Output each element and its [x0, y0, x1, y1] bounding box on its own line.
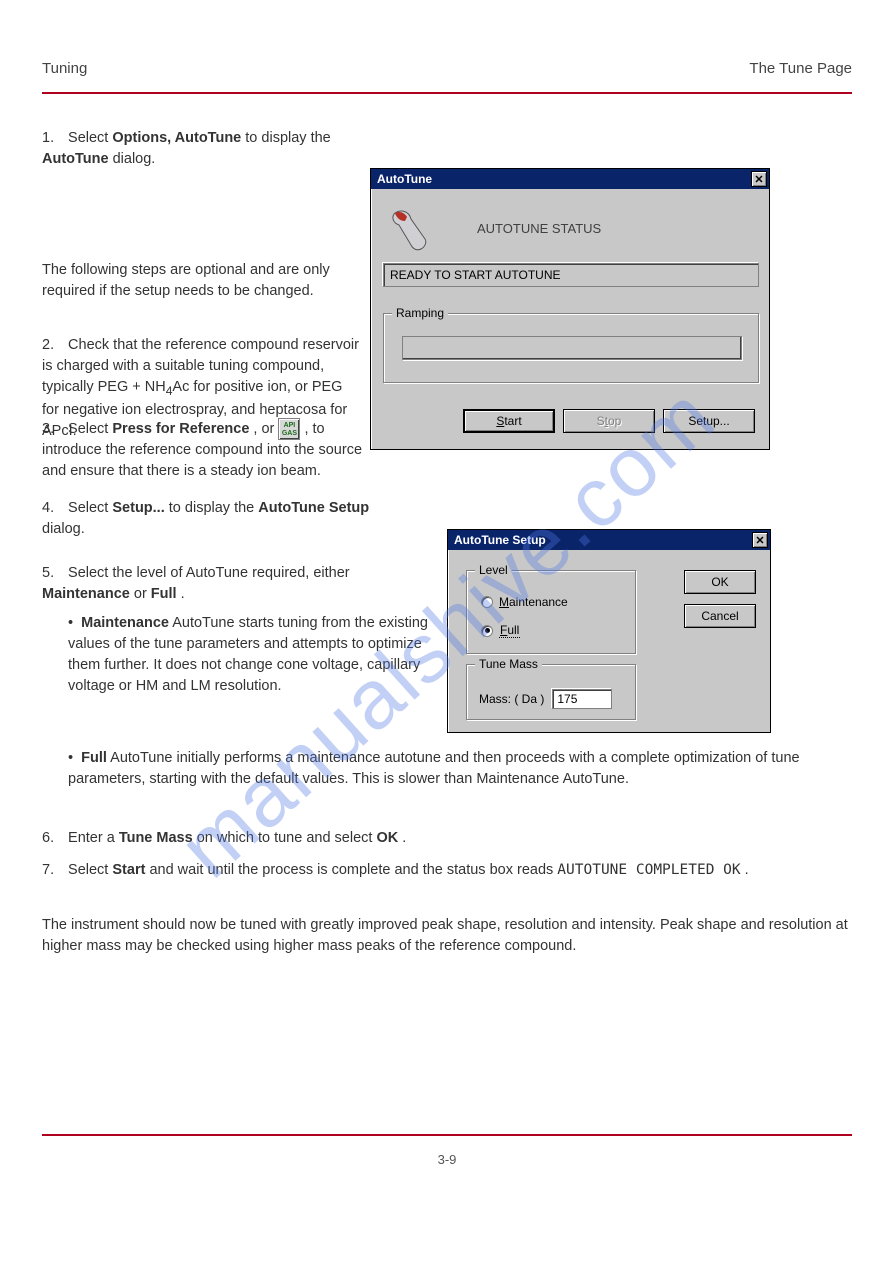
step-4-num: 4. — [42, 498, 64, 519]
step-5-text-a: Select the level of AutoTune required, e… — [68, 565, 350, 581]
step-7-text-b: and wait until the process is complete a… — [149, 862, 557, 878]
close-icon[interactable]: ✕ — [751, 171, 767, 187]
tune-mass-legend: Tune Mass — [475, 657, 542, 671]
step-4-dlg: AutoTune Setup — [258, 500, 369, 516]
final-paragraph: The instrument should now be tuned with … — [42, 915, 852, 957]
autotune-buttons: Start Stop Setup... — [371, 409, 769, 439]
autotune-title: AutoTune — [377, 172, 432, 186]
bullet-2-body: AutoTune initially performs a maintenanc… — [68, 750, 800, 787]
rule-top — [42, 92, 852, 94]
ramping-value — [402, 336, 742, 360]
setup-titlebar: AutoTune Setup ✕ — [448, 530, 770, 550]
step-6-text-a: Enter a — [68, 830, 119, 846]
ok-button[interactable]: OK — [684, 570, 756, 594]
autotune-titlebar: AutoTune ✕ — [371, 169, 769, 189]
bullet-maintenance: • Maintenance AutoTune starts tuning fro… — [68, 613, 428, 697]
step-5: 5. Select the level of AutoTune required… — [42, 563, 402, 605]
ramping-legend: Ramping — [392, 306, 448, 320]
step-5-opt2: Full — [151, 586, 177, 602]
tune-wrench-icon — [389, 209, 429, 251]
autotune-status-text: READY TO START AUTOTUNE — [390, 268, 561, 282]
step-6: 6. Enter a Tune Mass on which to tune an… — [42, 828, 812, 849]
step-3-text-a: Select — [68, 421, 112, 437]
step-4-text-a: Select — [68, 500, 112, 516]
step-3: 3. Select Press for Reference , or APIGA… — [42, 418, 367, 482]
level-group: Level Maintenance Full — [466, 570, 636, 654]
setup-buttons: OK Cancel — [684, 570, 756, 628]
step-7-num: 7. — [42, 860, 64, 881]
step-7-btn: Start — [112, 862, 145, 878]
radio-full[interactable]: Full — [481, 623, 520, 638]
step-7-text-a: Select — [68, 862, 112, 878]
step-3-num: 3. — [42, 419, 64, 440]
ramping-group: Ramping — [383, 313, 759, 383]
step-6-num: 6. — [42, 828, 64, 849]
step-3-text-b: , or — [253, 421, 278, 437]
cancel-button[interactable]: Cancel — [684, 604, 756, 628]
step-6-text-b: on which to tune and select — [197, 830, 377, 846]
step-6-text-c: . — [402, 830, 406, 846]
header-right: The Tune Page — [749, 60, 852, 77]
radio-maintenance-dot — [481, 596, 493, 608]
step-5-mid: or — [134, 586, 151, 602]
step-4-btn: Setup... — [112, 500, 164, 516]
autotune-dialog: AutoTune ✕ AUTOTUNE STATUS READY TO STAR… — [370, 168, 770, 450]
autotune-setup-dialog: AutoTune Setup ✕ Level Maintenance Full … — [447, 529, 771, 733]
step-1-num: 1. — [42, 128, 64, 149]
page-frame: Tuning The Tune Page 1. Select Options, … — [42, 0, 852, 1263]
step-5-opt1: Maintenance — [42, 586, 130, 602]
step-7-status: AUTOTUNE COMPLETED OK — [557, 862, 740, 878]
step-1-menu: Options, AutoTune — [112, 130, 241, 146]
step-1: 1. Select Options, AutoTune to display t… — [42, 128, 372, 170]
start-button[interactable]: Start — [463, 409, 555, 433]
step-1-text-c: dialog. — [113, 151, 156, 167]
step-4-text-b: to display the — [169, 500, 258, 516]
autotune-status-heading: AUTOTUNE STATUS — [477, 221, 601, 236]
step-6-btn: OK — [376, 830, 398, 846]
step-4: 4. Select Setup... to display the AutoTu… — [42, 498, 402, 540]
mass-input[interactable] — [552, 689, 612, 709]
step-2-num: 2. — [42, 335, 64, 356]
step-1-dlg: AutoTune — [42, 151, 109, 167]
bullet-2-head: Full — [81, 750, 107, 766]
header-left: Tuning — [42, 60, 87, 77]
bullet-1-head: Maintenance — [81, 615, 169, 631]
step-5-num: 5. — [42, 563, 64, 584]
api-gas-icon[interactable]: APIGAS — [278, 418, 300, 440]
setup-button[interactable]: Setup... — [663, 409, 755, 433]
step-1-text-b: to display the — [245, 130, 330, 146]
step-7: 7. Select Start and wait until the proce… — [42, 860, 812, 881]
step-5-tail: . — [181, 586, 185, 602]
step-3-btn: Press for Reference — [112, 421, 249, 437]
stop-button: Stop — [563, 409, 655, 433]
bullet-full: • Full AutoTune initially performs a mai… — [68, 748, 838, 790]
mass-label: Mass: ( Da ) — [479, 692, 544, 706]
radio-full-dot — [481, 625, 493, 637]
tune-mass-group: Tune Mass Mass: ( Da ) — [466, 664, 636, 720]
close-icon[interactable]: ✕ — [752, 532, 768, 548]
autotune-status-field: READY TO START AUTOTUNE — [383, 263, 759, 287]
radio-maintenance[interactable]: Maintenance — [481, 595, 568, 609]
setup-title: AutoTune Setup — [454, 533, 546, 547]
steps-optional-note: The following steps are optional and are… — [42, 260, 352, 302]
page-number: 3-9 — [42, 1152, 852, 1167]
step-7-tail: . — [745, 862, 749, 878]
step-4-text-c: dialog. — [42, 521, 85, 537]
rule-bottom — [42, 1134, 852, 1136]
step-1-text-a: Select — [68, 130, 112, 146]
step-6-opt: Tune Mass — [119, 830, 193, 846]
level-legend: Level — [475, 563, 512, 577]
